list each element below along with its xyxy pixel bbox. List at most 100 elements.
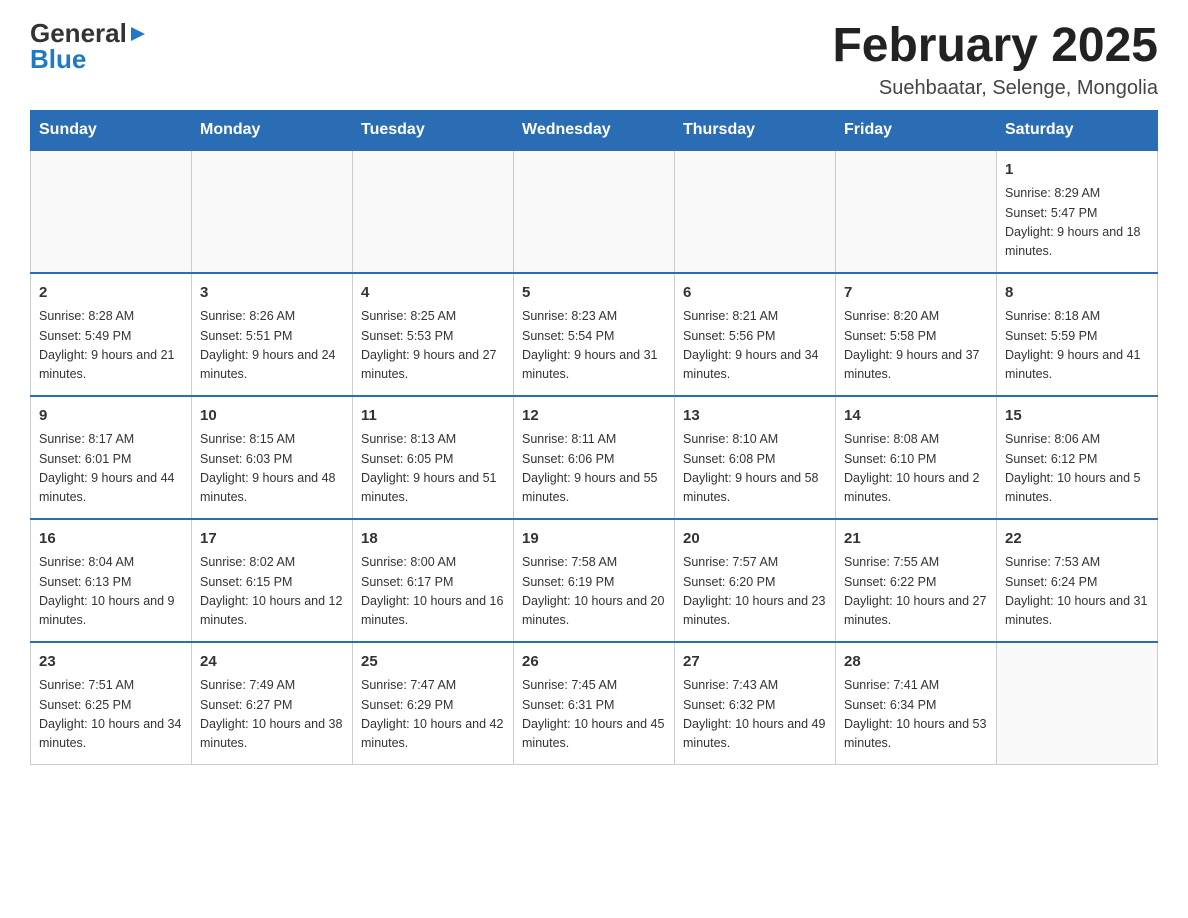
weekday-header-thursday: Thursday <box>675 110 836 150</box>
day-info: Sunrise: 8:08 AMSunset: 6:10 PMDaylight:… <box>844 430 988 508</box>
logo-general: General <box>30 20 127 46</box>
day-number: 8 <box>1005 282 1149 305</box>
calendar-cell <box>675 150 836 273</box>
day-number: 15 <box>1005 405 1149 428</box>
day-info: Sunrise: 7:49 AMSunset: 6:27 PMDaylight:… <box>200 676 344 754</box>
calendar-table: SundayMondayTuesdayWednesdayThursdayFrid… <box>30 110 1158 765</box>
calendar-subtitle: Suehbaatar, Selenge, Mongolia <box>832 77 1158 100</box>
day-number: 22 <box>1005 528 1149 551</box>
day-info: Sunrise: 7:41 AMSunset: 6:34 PMDaylight:… <box>844 676 988 754</box>
calendar-cell <box>353 150 514 273</box>
calendar-cell <box>836 150 997 273</box>
calendar-cell <box>31 150 192 273</box>
day-info: Sunrise: 8:21 AMSunset: 5:56 PMDaylight:… <box>683 307 827 385</box>
day-number: 24 <box>200 651 344 674</box>
day-number: 9 <box>39 405 183 428</box>
logo-triangle-icon <box>129 25 147 43</box>
calendar-cell: 28Sunrise: 7:41 AMSunset: 6:34 PMDayligh… <box>836 642 997 765</box>
day-info: Sunrise: 8:18 AMSunset: 5:59 PMDaylight:… <box>1005 307 1149 385</box>
day-number: 19 <box>522 528 666 551</box>
calendar-cell: 16Sunrise: 8:04 AMSunset: 6:13 PMDayligh… <box>31 519 192 642</box>
week-row-4: 16Sunrise: 8:04 AMSunset: 6:13 PMDayligh… <box>31 519 1158 642</box>
day-info: Sunrise: 7:45 AMSunset: 6:31 PMDaylight:… <box>522 676 666 754</box>
day-info: Sunrise: 8:04 AMSunset: 6:13 PMDaylight:… <box>39 553 183 631</box>
day-number: 4 <box>361 282 505 305</box>
calendar-cell: 23Sunrise: 7:51 AMSunset: 6:25 PMDayligh… <box>31 642 192 765</box>
weekday-header-monday: Monday <box>192 110 353 150</box>
day-info: Sunrise: 7:57 AMSunset: 6:20 PMDaylight:… <box>683 553 827 631</box>
day-number: 12 <box>522 405 666 428</box>
day-number: 27 <box>683 651 827 674</box>
calendar-cell: 3Sunrise: 8:26 AMSunset: 5:51 PMDaylight… <box>192 273 353 396</box>
calendar-cell: 9Sunrise: 8:17 AMSunset: 6:01 PMDaylight… <box>31 396 192 519</box>
week-row-5: 23Sunrise: 7:51 AMSunset: 6:25 PMDayligh… <box>31 642 1158 765</box>
day-number: 1 <box>1005 159 1149 182</box>
weekday-header-friday: Friday <box>836 110 997 150</box>
calendar-cell: 10Sunrise: 8:15 AMSunset: 6:03 PMDayligh… <box>192 396 353 519</box>
day-info: Sunrise: 7:55 AMSunset: 6:22 PMDaylight:… <box>844 553 988 631</box>
day-info: Sunrise: 7:47 AMSunset: 6:29 PMDaylight:… <box>361 676 505 754</box>
week-row-3: 9Sunrise: 8:17 AMSunset: 6:01 PMDaylight… <box>31 396 1158 519</box>
day-info: Sunrise: 8:15 AMSunset: 6:03 PMDaylight:… <box>200 430 344 508</box>
day-number: 18 <box>361 528 505 551</box>
day-number: 25 <box>361 651 505 674</box>
calendar-cell: 15Sunrise: 8:06 AMSunset: 6:12 PMDayligh… <box>997 396 1158 519</box>
calendar-cell: 21Sunrise: 7:55 AMSunset: 6:22 PMDayligh… <box>836 519 997 642</box>
day-number: 5 <box>522 282 666 305</box>
week-row-2: 2Sunrise: 8:28 AMSunset: 5:49 PMDaylight… <box>31 273 1158 396</box>
calendar-cell <box>997 642 1158 765</box>
calendar-cell: 8Sunrise: 8:18 AMSunset: 5:59 PMDaylight… <box>997 273 1158 396</box>
weekday-header-tuesday: Tuesday <box>353 110 514 150</box>
day-number: 17 <box>200 528 344 551</box>
calendar-cell: 13Sunrise: 8:10 AMSunset: 6:08 PMDayligh… <box>675 396 836 519</box>
calendar-cell: 4Sunrise: 8:25 AMSunset: 5:53 PMDaylight… <box>353 273 514 396</box>
day-number: 11 <box>361 405 505 428</box>
calendar-cell: 26Sunrise: 7:45 AMSunset: 6:31 PMDayligh… <box>514 642 675 765</box>
day-number: 13 <box>683 405 827 428</box>
day-info: Sunrise: 8:13 AMSunset: 6:05 PMDaylight:… <box>361 430 505 508</box>
calendar-cell: 1Sunrise: 8:29 AMSunset: 5:47 PMDaylight… <box>997 150 1158 273</box>
day-number: 21 <box>844 528 988 551</box>
day-info: Sunrise: 8:02 AMSunset: 6:15 PMDaylight:… <box>200 553 344 631</box>
day-info: Sunrise: 7:43 AMSunset: 6:32 PMDaylight:… <box>683 676 827 754</box>
calendar-cell: 17Sunrise: 8:02 AMSunset: 6:15 PMDayligh… <box>192 519 353 642</box>
day-number: 26 <box>522 651 666 674</box>
day-number: 7 <box>844 282 988 305</box>
day-number: 23 <box>39 651 183 674</box>
day-info: Sunrise: 8:28 AMSunset: 5:49 PMDaylight:… <box>39 307 183 385</box>
day-info: Sunrise: 8:10 AMSunset: 6:08 PMDaylight:… <box>683 430 827 508</box>
calendar-cell: 25Sunrise: 7:47 AMSunset: 6:29 PMDayligh… <box>353 642 514 765</box>
calendar-cell: 11Sunrise: 8:13 AMSunset: 6:05 PMDayligh… <box>353 396 514 519</box>
day-info: Sunrise: 8:20 AMSunset: 5:58 PMDaylight:… <box>844 307 988 385</box>
day-number: 20 <box>683 528 827 551</box>
day-info: Sunrise: 8:17 AMSunset: 6:01 PMDaylight:… <box>39 430 183 508</box>
calendar-cell: 22Sunrise: 7:53 AMSunset: 6:24 PMDayligh… <box>997 519 1158 642</box>
day-info: Sunrise: 8:29 AMSunset: 5:47 PMDaylight:… <box>1005 184 1149 262</box>
weekday-header-saturday: Saturday <box>997 110 1158 150</box>
calendar-cell: 12Sunrise: 8:11 AMSunset: 6:06 PMDayligh… <box>514 396 675 519</box>
day-number: 6 <box>683 282 827 305</box>
calendar-cell: 5Sunrise: 8:23 AMSunset: 5:54 PMDaylight… <box>514 273 675 396</box>
calendar-cell: 19Sunrise: 7:58 AMSunset: 6:19 PMDayligh… <box>514 519 675 642</box>
day-info: Sunrise: 8:06 AMSunset: 6:12 PMDaylight:… <box>1005 430 1149 508</box>
day-info: Sunrise: 7:58 AMSunset: 6:19 PMDaylight:… <box>522 553 666 631</box>
day-info: Sunrise: 8:26 AMSunset: 5:51 PMDaylight:… <box>200 307 344 385</box>
day-number: 14 <box>844 405 988 428</box>
calendar-cell: 18Sunrise: 8:00 AMSunset: 6:17 PMDayligh… <box>353 519 514 642</box>
day-info: Sunrise: 7:51 AMSunset: 6:25 PMDaylight:… <box>39 676 183 754</box>
calendar-cell: 20Sunrise: 7:57 AMSunset: 6:20 PMDayligh… <box>675 519 836 642</box>
calendar-title: February 2025 <box>832 20 1158 73</box>
day-number: 28 <box>844 651 988 674</box>
weekday-header-row: SundayMondayTuesdayWednesdayThursdayFrid… <box>31 110 1158 150</box>
day-number: 16 <box>39 528 183 551</box>
calendar-cell: 2Sunrise: 8:28 AMSunset: 5:49 PMDaylight… <box>31 273 192 396</box>
logo-blue: Blue <box>30 46 86 72</box>
day-info: Sunrise: 8:00 AMSunset: 6:17 PMDaylight:… <box>361 553 505 631</box>
title-section: February 2025 Suehbaatar, Selenge, Mongo… <box>832 20 1158 100</box>
calendar-cell: 6Sunrise: 8:21 AMSunset: 5:56 PMDaylight… <box>675 273 836 396</box>
day-info: Sunrise: 8:11 AMSunset: 6:06 PMDaylight:… <box>522 430 666 508</box>
day-number: 2 <box>39 282 183 305</box>
weekday-header-wednesday: Wednesday <box>514 110 675 150</box>
day-number: 10 <box>200 405 344 428</box>
calendar-cell: 14Sunrise: 8:08 AMSunset: 6:10 PMDayligh… <box>836 396 997 519</box>
